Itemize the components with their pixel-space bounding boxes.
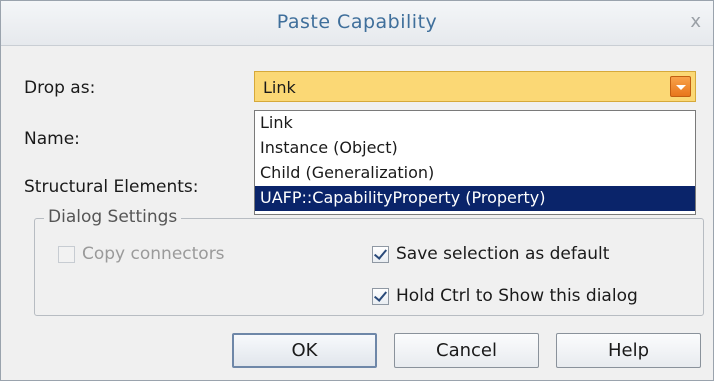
dropdown-option-link[interactable]: Link [255, 111, 695, 136]
cancel-button[interactable]: Cancel [394, 333, 539, 368]
dropdown-option-capability-property[interactable]: UAFP::CapabilityProperty (Property) [255, 186, 695, 211]
hold-ctrl-label: Hold Ctrl to Show this dialog [396, 286, 638, 306]
dialog-title: Paste Capability [276, 11, 438, 33]
save-selection-label: Save selection as default [396, 244, 610, 264]
chevron-down-icon [676, 85, 686, 90]
dropdown-button[interactable] [670, 76, 691, 97]
title-bar[interactable]: Paste Capability x [1, 1, 713, 46]
structural-elements-label: Structural Elements: [24, 177, 199, 197]
drop-as-combobox[interactable]: Link [254, 71, 696, 102]
drop-as-value: Link [263, 78, 296, 97]
dialog-settings-legend: Dialog Settings [44, 207, 182, 227]
drop-as-dropdown-list: Link Instance (Object) Child (Generaliza… [254, 110, 696, 215]
copy-connectors-label: Copy connectors [82, 244, 225, 264]
dropdown-option-child[interactable]: Child (Generalization) [255, 161, 695, 186]
name-label: Name: [24, 129, 80, 149]
copy-connectors-checkbox[interactable] [58, 246, 75, 263]
help-button[interactable]: Help [556, 333, 701, 368]
hold-ctrl-checkbox[interactable] [372, 288, 389, 305]
ok-button[interactable]: OK [232, 333, 377, 368]
close-icon[interactable]: x [690, 11, 701, 32]
drop-as-label: Drop as: [24, 78, 96, 98]
paste-capability-dialog: Paste Capability x Drop as: Name: Struct… [0, 0, 714, 381]
dropdown-option-instance[interactable]: Instance (Object) [255, 136, 695, 161]
save-selection-checkbox[interactable] [372, 246, 389, 263]
